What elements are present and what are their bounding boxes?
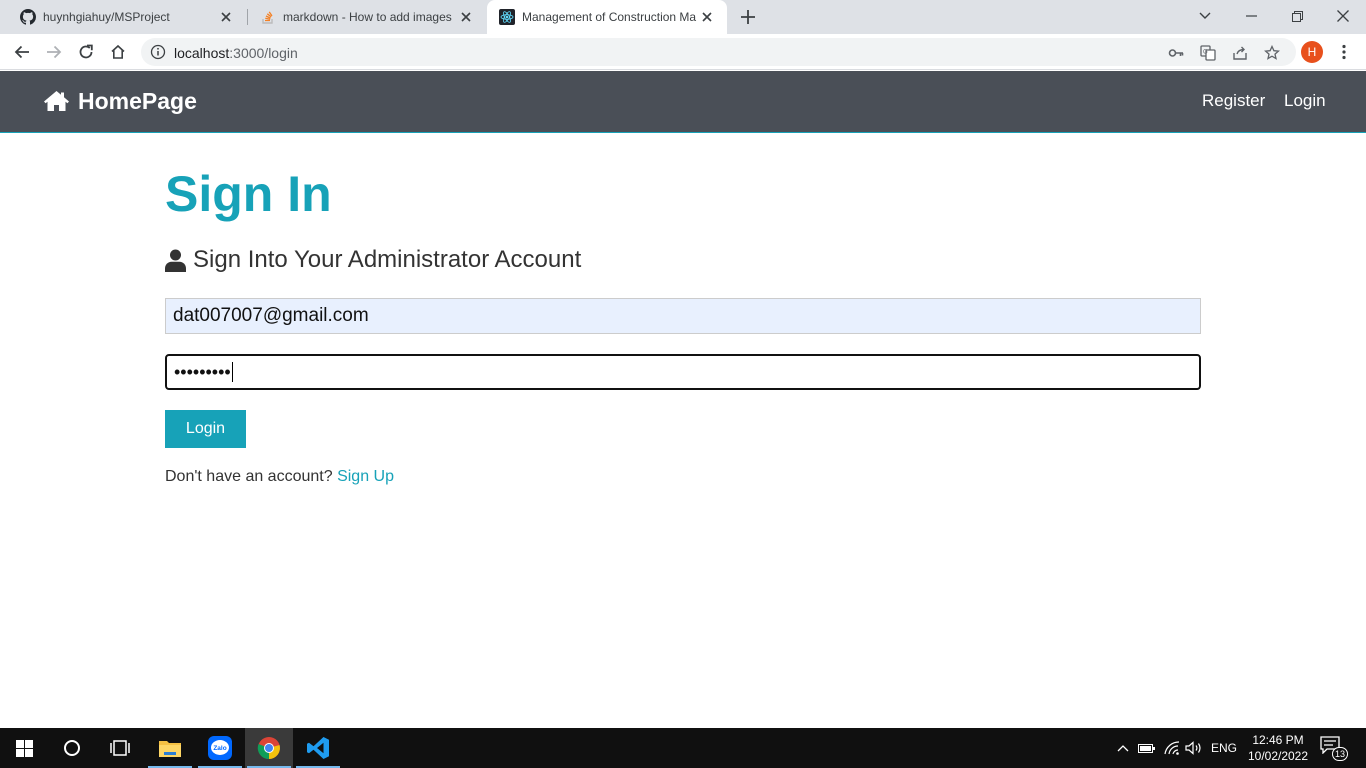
chrome-icon — [257, 737, 280, 760]
share-icon[interactable] — [1231, 44, 1249, 62]
zalo-icon: Zalo — [208, 736, 232, 760]
url-host: localhost — [174, 45, 230, 61]
close-icon[interactable] — [218, 9, 234, 25]
page-title: Sign In — [165, 166, 332, 222]
windows-taskbar: Zalo ENG 12:46 PM 10/02/2022 13 — [0, 728, 1366, 768]
login-button[interactable]: Login — [165, 410, 246, 448]
text-caret — [231, 362, 233, 382]
zalo-taskbar-app[interactable]: Zalo — [196, 728, 244, 768]
password-value: ••••••••• — [174, 361, 231, 382]
tab-title: huynhgiahuy/MSProject — [43, 10, 170, 24]
back-button[interactable] — [10, 40, 34, 64]
forward-button[interactable] — [42, 40, 66, 64]
clock[interactable]: 12:46 PM 10/02/2022 — [1244, 732, 1312, 764]
user-icon — [165, 249, 186, 272]
chrome-taskbar-app[interactable] — [245, 728, 293, 768]
profile-avatar[interactable]: H — [1301, 41, 1323, 63]
chevron-up-icon — [1117, 745, 1129, 752]
url-path: :3000/login — [229, 45, 298, 61]
nav-register-link[interactable]: Register — [1202, 91, 1265, 111]
clock-date: 10/02/2022 — [1247, 749, 1309, 763]
vscode-taskbar-app[interactable] — [294, 728, 342, 768]
svg-text:Zalo: Zalo — [213, 745, 226, 752]
tab-title: markdown - How to add images — [283, 10, 452, 24]
stackoverflow-icon — [260, 9, 276, 25]
cortana-search-button[interactable] — [48, 728, 96, 768]
translate-icon[interactable]: G — [1199, 44, 1217, 62]
signup-link[interactable]: Sign Up — [337, 468, 394, 485]
form-lead: Sign Into Your Administrator Account — [165, 246, 581, 274]
restore-button[interactable] — [1274, 0, 1320, 32]
action-center-button[interactable]: 13 — [1320, 736, 1350, 762]
clock-time: 12:46 PM — [1252, 733, 1304, 747]
email-field[interactable]: dat007007@gmail.com — [165, 298, 1201, 334]
close-icon[interactable] — [458, 9, 474, 25]
start-button[interactable] — [0, 728, 48, 768]
brand-label: HomePage — [78, 87, 197, 114]
new-tab-button[interactable] — [738, 7, 758, 27]
key-icon[interactable] — [1167, 44, 1185, 62]
circle-search-icon — [64, 740, 80, 756]
windows-logo-icon — [15, 739, 33, 757]
address-bar[interactable]: localhost:3000/login G — [141, 38, 1296, 66]
tab-app-active[interactable]: Management of Construction Ma — [487, 0, 727, 34]
input-language[interactable]: ENG — [1211, 741, 1237, 755]
tab-stackoverflow[interactable]: markdown - How to add images — [248, 0, 486, 34]
battery-icon — [1138, 744, 1155, 753]
vscode-icon — [307, 737, 329, 759]
wifi-icon — [1164, 741, 1180, 755]
show-hidden-icons-button[interactable] — [1113, 728, 1133, 768]
minimize-button[interactable] — [1228, 0, 1274, 32]
task-view-icon — [110, 740, 130, 756]
file-explorer-taskbar-app[interactable] — [146, 728, 194, 768]
info-icon[interactable] — [150, 44, 166, 60]
bookmark-star-icon[interactable] — [1263, 44, 1281, 62]
task-view-button[interactable] — [96, 728, 144, 768]
nav-login-link[interactable]: Login — [1284, 91, 1326, 111]
volume-tray-icon[interactable] — [1184, 728, 1204, 768]
browser-menu-icon[interactable] — [1334, 42, 1354, 62]
password-field[interactable]: ••••••••• — [165, 354, 1201, 390]
email-value: dat007007@gmail.com — [173, 305, 369, 326]
url-text: localhost:3000/login — [174, 45, 298, 61]
browser-toolbar: localhost:3000/login G H — [0, 34, 1366, 70]
home-button[interactable] — [106, 40, 130, 64]
svg-text:G: G — [1203, 50, 1208, 56]
notification-count-badge: 13 — [1332, 747, 1348, 761]
network-tray-icon[interactable] — [1162, 728, 1182, 768]
tab-title: Management of Construction Ma — [522, 10, 697, 24]
app-navbar: HomePage Register Login — [0, 71, 1366, 133]
window-close-button[interactable] — [1320, 0, 1366, 32]
signup-prompt: Don't have an account? Sign Up — [165, 468, 394, 486]
form-lead-text: Sign Into Your Administrator Account — [193, 246, 582, 273]
battery-tray-icon[interactable] — [1137, 728, 1157, 768]
tab-search-button[interactable] — [1182, 0, 1228, 32]
close-icon[interactable] — [699, 9, 715, 25]
speaker-icon — [1185, 741, 1201, 755]
github-icon — [20, 9, 36, 25]
folder-icon — [159, 741, 181, 757]
brand-home-link[interactable]: HomePage — [43, 87, 197, 115]
reload-button[interactable] — [74, 40, 98, 64]
browser-tab-strip: huynhgiahuy/MSProject markdown - How to … — [0, 0, 1366, 34]
tab-github[interactable]: huynhgiahuy/MSProject — [8, 0, 246, 34]
signup-prompt-text: Don't have an account? — [165, 468, 333, 485]
react-icon — [499, 9, 515, 25]
home-icon — [44, 91, 69, 111]
